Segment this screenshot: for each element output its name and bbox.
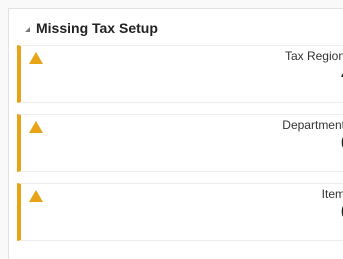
card-label: Items (321, 187, 343, 201)
items-card[interactable]: Items 0 (17, 183, 343, 241)
card-label: Tax Regions (284, 49, 343, 63)
tax-regions-card[interactable]: Tax Regions 4 (17, 45, 343, 103)
collapse-triangle-icon[interactable] (25, 26, 30, 32)
section-title: Missing Tax Setup (36, 20, 158, 36)
warning-icon (29, 121, 43, 133)
departments-card[interactable]: Departments 0 (17, 114, 343, 172)
warning-icon (29, 52, 43, 64)
section-header[interactable]: Missing Tax Setup (9, 9, 343, 47)
warning-icon (29, 190, 43, 202)
card-label: Departments (282, 118, 343, 132)
